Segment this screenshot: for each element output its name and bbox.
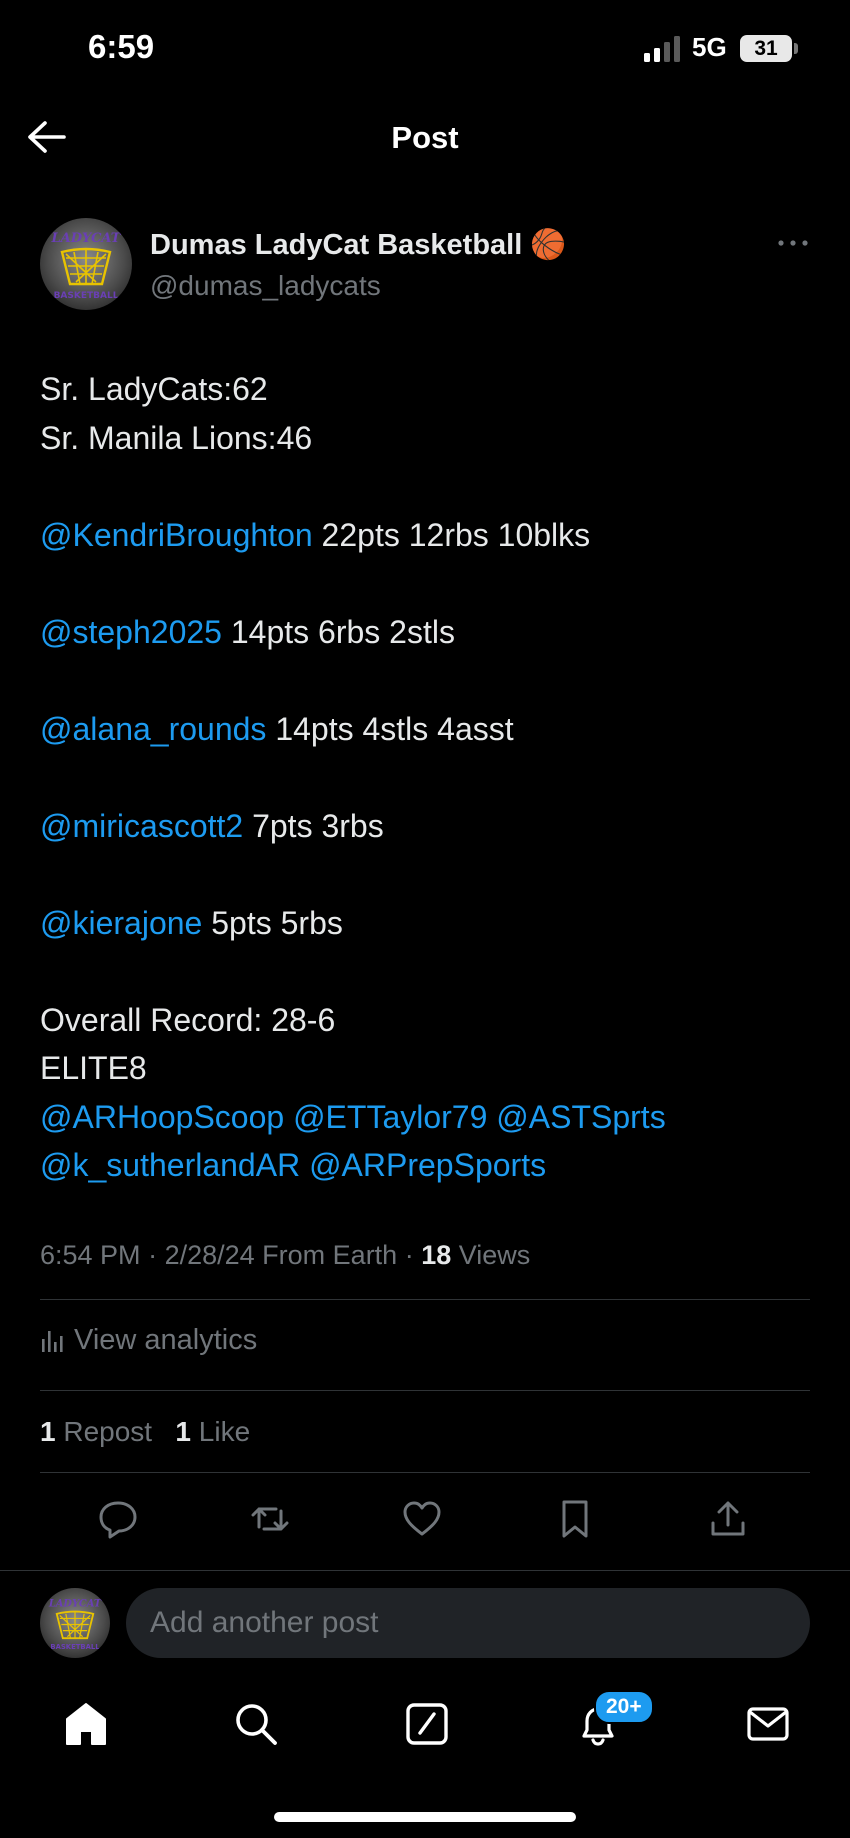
post-line: @kierajone 5pts 5rbs (40, 899, 820, 948)
svg-text:BASKETBALL: BASKETBALL (50, 1643, 100, 1651)
post-source: From Earth (262, 1240, 398, 1270)
post-line-text: 14pts 4stls 4asst (266, 710, 514, 747)
reply-input[interactable] (126, 1588, 810, 1658)
post-line: Overall Record: 28-6 (40, 996, 820, 1045)
post-line-text: 5pts 5rbs (202, 904, 343, 941)
network-type: 5G (692, 32, 727, 62)
post-line: @steph2025 14pts 6rbs 2stls (40, 608, 820, 657)
post-line: ELITE8 (40, 1044, 820, 1093)
author-name-text: Dumas LadyCat Basketball (150, 228, 523, 261)
divider (40, 1472, 810, 1473)
post-text: Sr. LadyCats:62 Sr. Manila Lions:46 @Kendr… (40, 365, 820, 1190)
views-count: 18 (421, 1240, 452, 1270)
more-icon[interactable] (776, 236, 810, 250)
mention-link[interactable]: @miricascott2 (40, 808, 243, 844)
svg-text:BASKETBALL: BASKETBALL (54, 291, 119, 301)
like-icon[interactable] (400, 1497, 444, 1541)
battery-cap (794, 43, 798, 54)
post-line: Sr. Manila Lions:46 (40, 414, 820, 463)
home-icon[interactable] (62, 1700, 110, 1748)
views-label: Views (458, 1240, 531, 1270)
author-avatar[interactable]: LADYCAT BASKETBALL (40, 218, 132, 310)
likes-count: 1 (175, 1416, 191, 1447)
post-line: @alana_rounds 14pts 4stls 4asst (40, 705, 820, 754)
mention-link[interactable]: @KendriBroughton (40, 517, 313, 553)
post-line-text: 22pts 12rbs 10blks (312, 516, 591, 553)
reposts-count: 1 (40, 1416, 56, 1447)
page-title: Post (391, 120, 459, 155)
post-line-text: Sr. Manila Lions:46 (40, 419, 313, 456)
mention-link[interactable]: @kierajone (40, 905, 202, 941)
reply-icon[interactable] (96, 1497, 140, 1541)
mention-link[interactable]: @ARPrepSports (309, 1147, 546, 1183)
post-line: @KendriBroughton 22pts 12rbs 10blks (40, 511, 820, 560)
team-logo: LADYCAT BASKETBALL (40, 218, 132, 310)
author-handle[interactable]: @dumas_ladycats (150, 270, 381, 302)
messages-icon[interactable] (744, 1700, 792, 1748)
battery-indicator: 31 (740, 35, 792, 62)
notifications-badge: 20+ (594, 1690, 654, 1724)
post-meta: 6:54 PM · 2/28/24 From Earth · 18 Views (40, 1240, 531, 1270)
reposts-stat[interactable]: 1 Repost (40, 1416, 152, 1447)
signal-icon (644, 36, 680, 62)
divider (40, 1390, 810, 1391)
post-line-text: ELITE8 (40, 1050, 147, 1086)
divider (40, 1299, 810, 1300)
share-icon[interactable] (706, 1497, 750, 1541)
status-time: 6:59 (88, 28, 155, 65)
divider (0, 1570, 850, 1571)
home-indicator (274, 1812, 576, 1822)
post-line-text: 7pts 3rbs (243, 807, 384, 844)
author-name[interactable]: Dumas LadyCat Basketball 🏀 (150, 228, 566, 262)
post-time: 6:54 PM (40, 1240, 141, 1270)
post-line: @ARHoopScoop @ETTaylor79 @ASTSprts (40, 1093, 820, 1142)
team-logo: LADYCAT BASKETBALL (40, 1588, 110, 1658)
post-line-text: Overall Record: 28-6 (40, 1001, 336, 1038)
post-line-text: Sr. LadyCats:62 (40, 371, 268, 407)
analytics-icon (42, 1330, 63, 1352)
mention-link[interactable]: @ETTaylor79 (293, 1099, 487, 1135)
post-line-text: 14pts 6rbs 2stls (221, 613, 455, 650)
mention-link[interactable]: @k_sutherlandAR (40, 1147, 300, 1183)
search-icon[interactable] (232, 1700, 280, 1748)
post-line: @miricascott2 7pts 3rbs (40, 802, 820, 851)
svg-text:LADYCAT: LADYCAT (51, 231, 122, 246)
analytics-label: View analytics (74, 1324, 258, 1356)
post-line: @k_sutherlandAR @ARPrepSports (40, 1141, 820, 1190)
svg-text:LADYCAT: LADYCAT (48, 1598, 102, 1609)
mention-link[interactable]: @alana_rounds (40, 711, 266, 747)
reposts-label: Repost (63, 1416, 153, 1447)
post-line: Sr. LadyCats:62 (40, 365, 820, 414)
basketball-emoji: 🏀 (530, 229, 567, 261)
likes-label: Like (198, 1416, 251, 1447)
likes-stat[interactable]: 1 Like (175, 1416, 250, 1447)
mention-link[interactable]: @ASTSprts (496, 1099, 665, 1135)
view-analytics-link[interactable]: View analytics (40, 1324, 257, 1357)
repost-icon[interactable] (248, 1497, 292, 1541)
mention-link[interactable]: @steph2025 (40, 614, 222, 650)
post-date: 2/28/24 (164, 1240, 255, 1270)
engagement-stats: 1 Repost 1 Like (40, 1416, 250, 1448)
compose-icon[interactable] (403, 1700, 451, 1748)
bookmark-icon[interactable] (553, 1497, 597, 1541)
user-avatar[interactable]: LADYCAT BASKETBALL (40, 1588, 110, 1658)
mention-link[interactable]: @ARHoopScoop (40, 1099, 284, 1135)
